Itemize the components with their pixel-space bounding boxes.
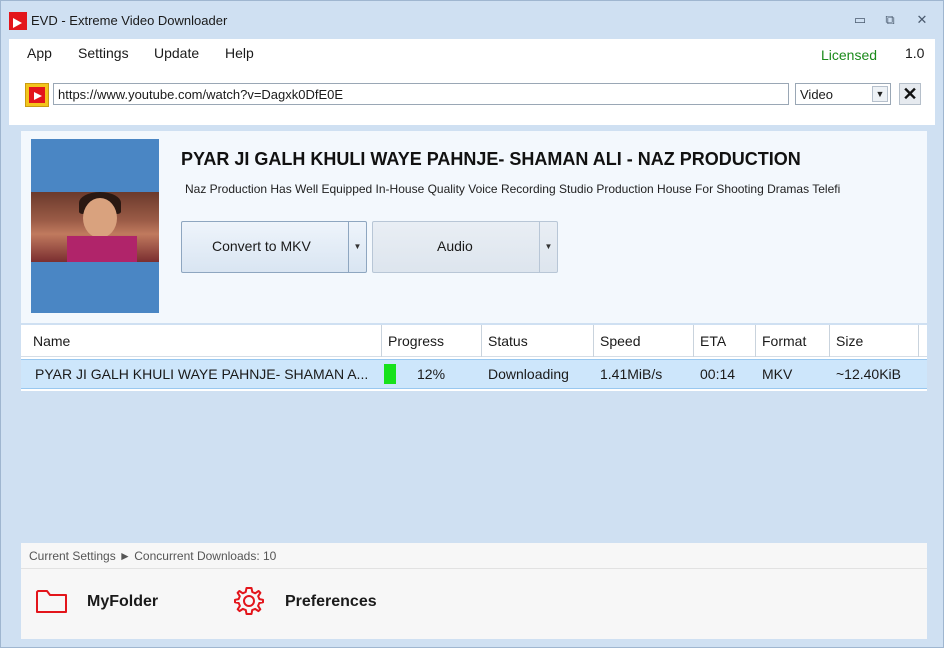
maximize-button[interactable]: ⧉ [881, 11, 899, 29]
column-header-progress[interactable]: Progress [382, 325, 482, 357]
column-header-name[interactable]: Name [27, 325, 382, 357]
column-header-status[interactable]: Status [482, 325, 594, 357]
progress-bar-fill [384, 364, 396, 384]
thumbnail-scene [31, 192, 159, 262]
clear-url-button[interactable]: ✕ [899, 83, 921, 105]
url-bar: Video ▼ ✕ [9, 69, 935, 125]
cell-speed: 1.41MiB/s [600, 366, 663, 382]
table-empty-area [21, 391, 927, 543]
cell-status: Downloading [488, 366, 569, 382]
column-header-speed[interactable]: Speed [594, 325, 694, 357]
cell-progress: 12% [417, 366, 446, 382]
evd-small-logo-icon [25, 83, 49, 107]
preferences-button[interactable]: Preferences [233, 585, 403, 617]
cell-name: PYAR JI GALH KHULI WAYE PAHNJE- SHAMAN A… [35, 366, 369, 382]
menu-help[interactable]: Help [225, 45, 254, 61]
menu-bar: App Settings Update Help Licensed 1.0 [9, 39, 935, 69]
title-bar: EVD - Extreme Video Downloader ▭ ⧉ ✕ [1, 1, 943, 39]
menu-update[interactable]: Update [154, 45, 199, 61]
myfolder-button[interactable]: MyFolder [35, 585, 175, 617]
menu-settings[interactable]: Settings [78, 45, 129, 61]
convert-button[interactable]: Convert to MKV ▼ [181, 221, 367, 273]
audio-button-label: Audio [437, 238, 473, 254]
column-header-size[interactable]: Size [830, 325, 919, 357]
gear-icon [234, 587, 264, 615]
folder-icon [36, 590, 67, 613]
status-line: Current Settings ► Concurrent Downloads:… [21, 543, 927, 569]
thumbnail-shirt [67, 236, 137, 262]
license-status: Licensed [821, 47, 878, 63]
audio-dropdown-icon[interactable]: ▼ [539, 222, 557, 272]
video-thumbnail [31, 139, 159, 313]
url-input[interactable] [53, 83, 789, 105]
menu-app[interactable]: App [27, 45, 52, 61]
column-header-format[interactable]: Format [756, 325, 830, 357]
minimize-button[interactable]: ▭ [851, 11, 869, 29]
cell-eta: 00:14 [700, 366, 736, 382]
thumbnail-face [83, 198, 117, 238]
preferences-label: Preferences [285, 593, 377, 610]
cell-format: MKV [762, 366, 793, 382]
myfolder-label: MyFolder [87, 593, 159, 610]
table-header: Name Progress Status Speed ETA Format Si… [21, 325, 927, 357]
version-label: 1.0 [905, 45, 925, 61]
chevron-down-icon[interactable]: ▼ [872, 86, 888, 102]
window-title: EVD - Extreme Video Downloader [31, 13, 228, 28]
audio-button[interactable]: Audio ▼ [372, 221, 558, 273]
video-description: Naz Production Has Well Equipped In-Hous… [185, 182, 841, 196]
current-settings-text: Current Settings ► Concurrent Downloads:… [29, 549, 277, 563]
convert-button-label: Convert to MKV [212, 238, 311, 254]
column-header-eta[interactable]: ETA [694, 325, 756, 357]
video-info-panel: PYAR JI GALH KHULI WAYE PAHNJE- SHAMAN A… [21, 131, 927, 323]
cell-size: ~12.40KiB [836, 366, 901, 382]
convert-dropdown-icon[interactable]: ▼ [348, 222, 366, 272]
video-title: PYAR JI GALH KHULI WAYE PAHNJE- SHAMAN A… [181, 149, 801, 169]
footer-bar: MyFolder Preferences [21, 569, 927, 639]
app-window: EVD - Extreme Video Downloader ▭ ⧉ ✕ App… [0, 0, 944, 648]
evd-logo-icon [9, 12, 27, 30]
table-row[interactable]: PYAR JI GALH KHULI WAYE PAHNJE- SHAMAN A… [21, 359, 927, 389]
close-window-button[interactable]: ✕ [913, 11, 931, 29]
downloads-table: Name Progress Status Speed ETA Format Si… [21, 325, 927, 543]
format-select[interactable]: Video ▼ [795, 83, 891, 105]
format-selected-value: Video [800, 87, 834, 102]
